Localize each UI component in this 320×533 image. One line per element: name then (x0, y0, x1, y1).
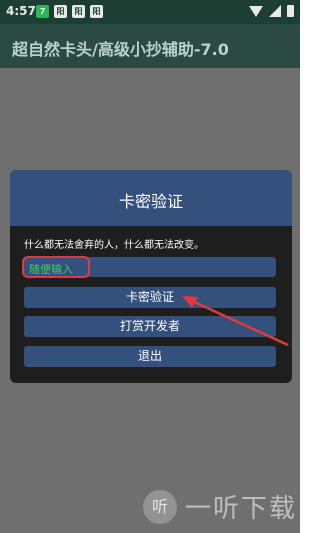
screen: 4:57 7 阳 阳 阳 超自然卡头/高级小抄辅助-7.0 卡密验证 什么都无法… (0, 0, 300, 533)
watermark-logo-icon: 听 (143, 489, 177, 524)
watermark: 听 一听下载 (143, 488, 297, 525)
annotation-arrow-icon (182, 296, 289, 347)
watermark-text: 一听下载 (185, 494, 298, 524)
